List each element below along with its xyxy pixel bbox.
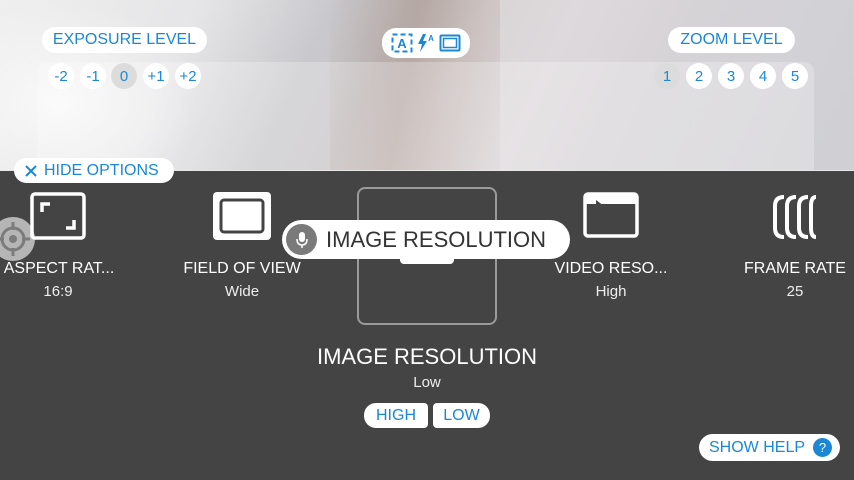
zoom-option[interactable]: 4 <box>750 63 776 89</box>
show-help-label: SHOW HELP <box>709 438 806 456</box>
camera-mode-indicator[interactable]: A A <box>382 28 470 58</box>
hide-options-label: HIDE OPTIONS <box>44 161 159 179</box>
zoom-option-selected[interactable]: 1 <box>654 63 680 89</box>
auto-mode-icon: A <box>391 33 413 53</box>
video-resolution-icon[interactable] <box>583 192 639 238</box>
frame-rate-icon[interactable] <box>772 194 818 240</box>
zoom-option[interactable]: 3 <box>718 63 744 89</box>
option-value: 25 <box>786 283 804 300</box>
exposure-level-title: EXPOSURE LEVEL <box>42 27 207 53</box>
svg-text:A: A <box>397 36 407 51</box>
hide-options-button[interactable]: HIDE OPTIONS <box>14 158 174 183</box>
exposure-option[interactable]: +2 <box>175 63 201 89</box>
auto-flash-icon: A <box>418 34 434 52</box>
zoom-level-title: ZOOM LEVEL <box>668 27 795 53</box>
resolution-choice-high[interactable]: HIGH <box>364 403 428 428</box>
voice-command-hint: IMAGE RESOLUTION <box>282 220 570 259</box>
option-value: 16:9 <box>43 283 73 300</box>
aspect-ratio-icon[interactable] <box>30 192 86 240</box>
option-value: Wide <box>224 283 260 300</box>
selected-option-title: IMAGE RESOLUTION <box>316 344 538 369</box>
exposure-option-selected[interactable]: 0 <box>111 63 137 89</box>
close-icon <box>25 164 37 177</box>
field-of-view-icon[interactable] <box>212 191 272 241</box>
zoom-option[interactable]: 2 <box>686 63 712 89</box>
exposure-option[interactable]: -2 <box>48 63 74 89</box>
option-label: FIELD OF VIEW <box>183 260 301 277</box>
exposure-option[interactable]: +1 <box>143 63 169 89</box>
microphone-icon <box>286 224 317 255</box>
selected-option-value: Low <box>413 374 441 391</box>
help-icon: ? <box>813 438 833 457</box>
option-value: High <box>595 283 627 300</box>
exposure-option[interactable]: -1 <box>80 63 106 89</box>
aspect-frame-icon <box>439 34 461 52</box>
option-label: FRAME RATE <box>744 260 846 277</box>
svg-text:A: A <box>428 34 434 43</box>
zoom-option[interactable]: 5 <box>782 63 808 89</box>
voice-command-text: IMAGE RESOLUTION <box>326 226 547 252</box>
resolution-choice-low[interactable]: LOW <box>433 403 490 428</box>
show-help-button[interactable]: SHOW HELP ? <box>699 434 840 461</box>
option-label: ASPECT RAT... <box>3 260 115 277</box>
option-label: VIDEO RESO... <box>554 260 668 277</box>
